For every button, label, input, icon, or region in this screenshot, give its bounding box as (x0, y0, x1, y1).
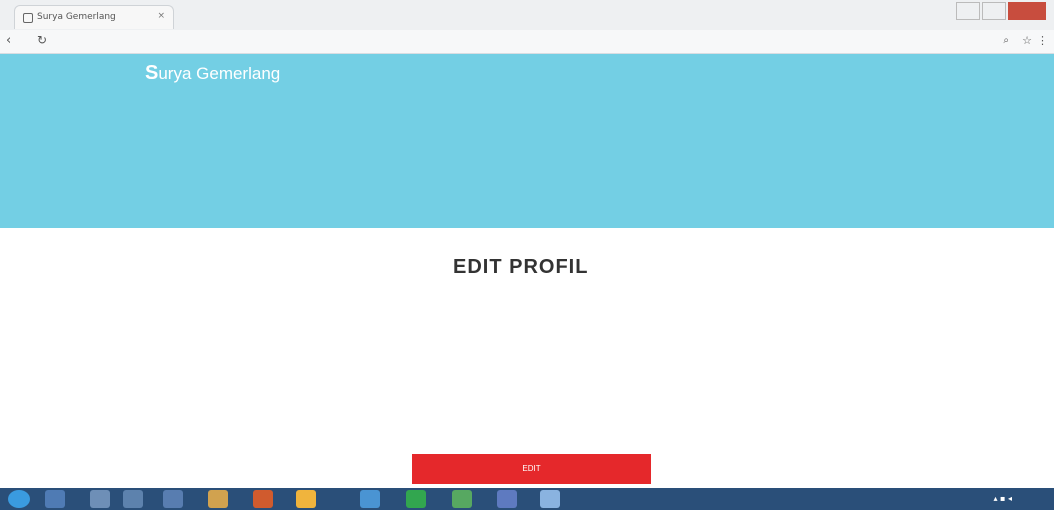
folder-icon[interactable] (208, 490, 228, 508)
app-icon[interactable] (296, 490, 316, 508)
windows-start-icon[interactable] (8, 490, 30, 508)
chrome-icon[interactable] (360, 490, 380, 508)
tab-title: Surya Gemerlang (37, 12, 116, 22)
close-window-button[interactable] (1008, 2, 1046, 20)
star-icon[interactable]: ☆ (1022, 34, 1032, 47)
taskbar-app-icon[interactable] (163, 490, 183, 508)
browser-icon[interactable] (253, 490, 273, 508)
zoom-icon[interactable]: ⌕ (1003, 35, 1009, 46)
browser-tab[interactable]: Surya Gemerlang × (14, 5, 174, 29)
app-icon[interactable] (452, 490, 472, 508)
address-bar[interactable]: ‹ ↻ ⌕ ☆ ⋮ (0, 30, 1054, 54)
taskbar-app-icon[interactable] (123, 490, 143, 508)
taskbar: ▴ ▪ ◂ (0, 488, 1054, 510)
app-icon[interactable] (497, 490, 517, 508)
taskbar-app-icon[interactable] (90, 490, 110, 508)
page-icon (23, 13, 33, 23)
close-tab-icon[interactable]: × (157, 11, 165, 21)
minimize-button[interactable] (956, 2, 980, 20)
window-controls (956, 2, 1046, 26)
app-icon[interactable] (406, 490, 426, 508)
app-icon[interactable] (540, 490, 560, 508)
page-title: EDIT PROFIL (453, 256, 589, 278)
logo-initial: S (145, 62, 159, 84)
logo-text: urya Gemerlang (158, 64, 281, 83)
site-header: Surya Gemerlang (0, 54, 1054, 228)
menu-icon[interactable]: ⋮ (1037, 34, 1048, 47)
taskbar-app-icon[interactable] (45, 490, 65, 508)
back-icon[interactable]: ‹ (6, 33, 11, 48)
site-logo[interactable]: Surya Gemerlang (145, 62, 280, 85)
browser-window: Surya Gemerlang × ‹ ↻ ⌕ ☆ ⋮ (0, 0, 1054, 54)
edit-button[interactable]: EDIT (412, 454, 651, 484)
system-tray: ▴ ▪ ◂ (993, 494, 1012, 503)
maximize-button[interactable] (982, 2, 1006, 20)
main-navigation (150, 120, 295, 129)
top-links (796, 72, 816, 81)
refresh-icon[interactable]: ↻ (37, 33, 47, 47)
